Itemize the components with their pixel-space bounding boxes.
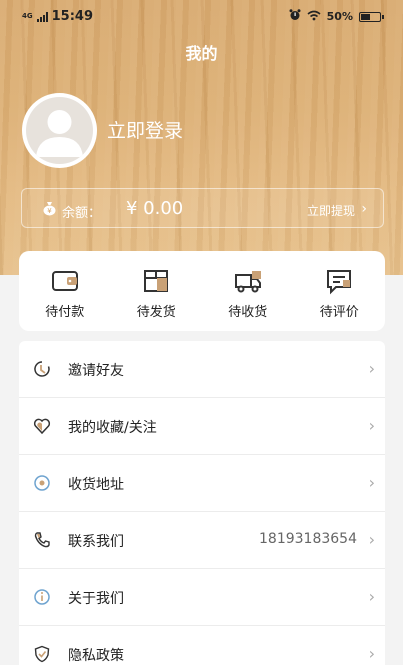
- money-bag-icon: ¥: [43, 202, 56, 216]
- balance-bar: ¥ 余额： ¥ 0.00 立即提现 ›: [21, 188, 384, 228]
- chevron-right-icon[interactable]: ›: [361, 201, 367, 217]
- svg-text:¥: ¥: [47, 207, 52, 215]
- order-label: 待收货: [228, 305, 268, 320]
- menu-contact-us[interactable]: 联系我们 18193183654 ›: [19, 512, 385, 569]
- heart-icon: [33, 418, 51, 435]
- order-label: 待发货: [136, 305, 176, 320]
- chevron-right-icon: ›: [368, 473, 375, 492]
- menu-about-us[interactable]: 关于我们 ›: [19, 569, 385, 626]
- menu-privacy-policy[interactable]: 隐私政策 ›: [19, 626, 385, 665]
- truck-icon: [234, 271, 261, 293]
- alarm-icon: [289, 9, 301, 24]
- login-link[interactable]: 立即登录: [107, 116, 183, 143]
- menu-label: 我的收藏/关注: [68, 420, 157, 436]
- battery-icon: [359, 11, 384, 22]
- menu-label: 联系我们: [68, 534, 124, 550]
- menu-label: 收货地址: [68, 477, 124, 493]
- info-icon: [34, 589, 50, 605]
- comment-icon: [327, 270, 352, 295]
- settings-menu: 邀请好友 › 我的收藏/关注 › 收货地址 › 联系我们 18193183654…: [19, 341, 385, 665]
- balance-label: 余额：: [62, 206, 102, 221]
- battery-percent: 50%: [326, 10, 353, 23]
- status-time: 15:49: [51, 9, 94, 24]
- order-status-card: 待付款 待发货 待收货 待评价: [19, 251, 385, 331]
- chevron-right-icon: ›: [368, 644, 375, 663]
- order-pending-shipment[interactable]: 待发货: [111, 251, 203, 331]
- menu-label: 隐私政策: [68, 648, 124, 664]
- order-label: 待付款: [45, 305, 85, 320]
- balance-value: ¥ 0.00: [126, 198, 184, 219]
- order-pending-receipt[interactable]: 待收货: [202, 251, 294, 331]
- signal-icon: [36, 11, 48, 22]
- chevron-right-icon: ›: [368, 530, 375, 549]
- user-silhouette-icon: [36, 110, 83, 157]
- wifi-icon: [307, 10, 321, 24]
- package-icon: [144, 270, 169, 292]
- wallet-icon: [51, 271, 78, 291]
- shield-icon: [34, 645, 50, 663]
- invite-icon: [34, 361, 50, 377]
- phone-icon: [34, 532, 50, 548]
- network-type: 4G: [22, 12, 33, 20]
- order-pending-review[interactable]: 待评价: [294, 251, 386, 331]
- withdraw-button[interactable]: 立即提现: [307, 202, 355, 219]
- contact-phone-number: 18193183654: [259, 531, 357, 547]
- order-pending-payment[interactable]: 待付款: [19, 251, 111, 331]
- menu-label: 邀请好友: [68, 363, 124, 379]
- order-label: 待评价: [319, 305, 359, 320]
- menu-shipping-address[interactable]: 收货地址 ›: [19, 455, 385, 512]
- avatar[interactable]: [22, 93, 97, 168]
- menu-favorites[interactable]: 我的收藏/关注 ›: [19, 398, 385, 455]
- location-icon: [34, 475, 50, 491]
- page-title: 我的: [185, 44, 218, 63]
- chevron-right-icon: ›: [368, 587, 375, 606]
- status-bar: 4G 15:49 50%: [0, 0, 403, 32]
- chevron-right-icon: ›: [368, 359, 375, 378]
- menu-label: 关于我们: [68, 591, 124, 607]
- menu-invite-friends[interactable]: 邀请好友 ›: [19, 341, 385, 398]
- chevron-right-icon: ›: [368, 416, 375, 435]
